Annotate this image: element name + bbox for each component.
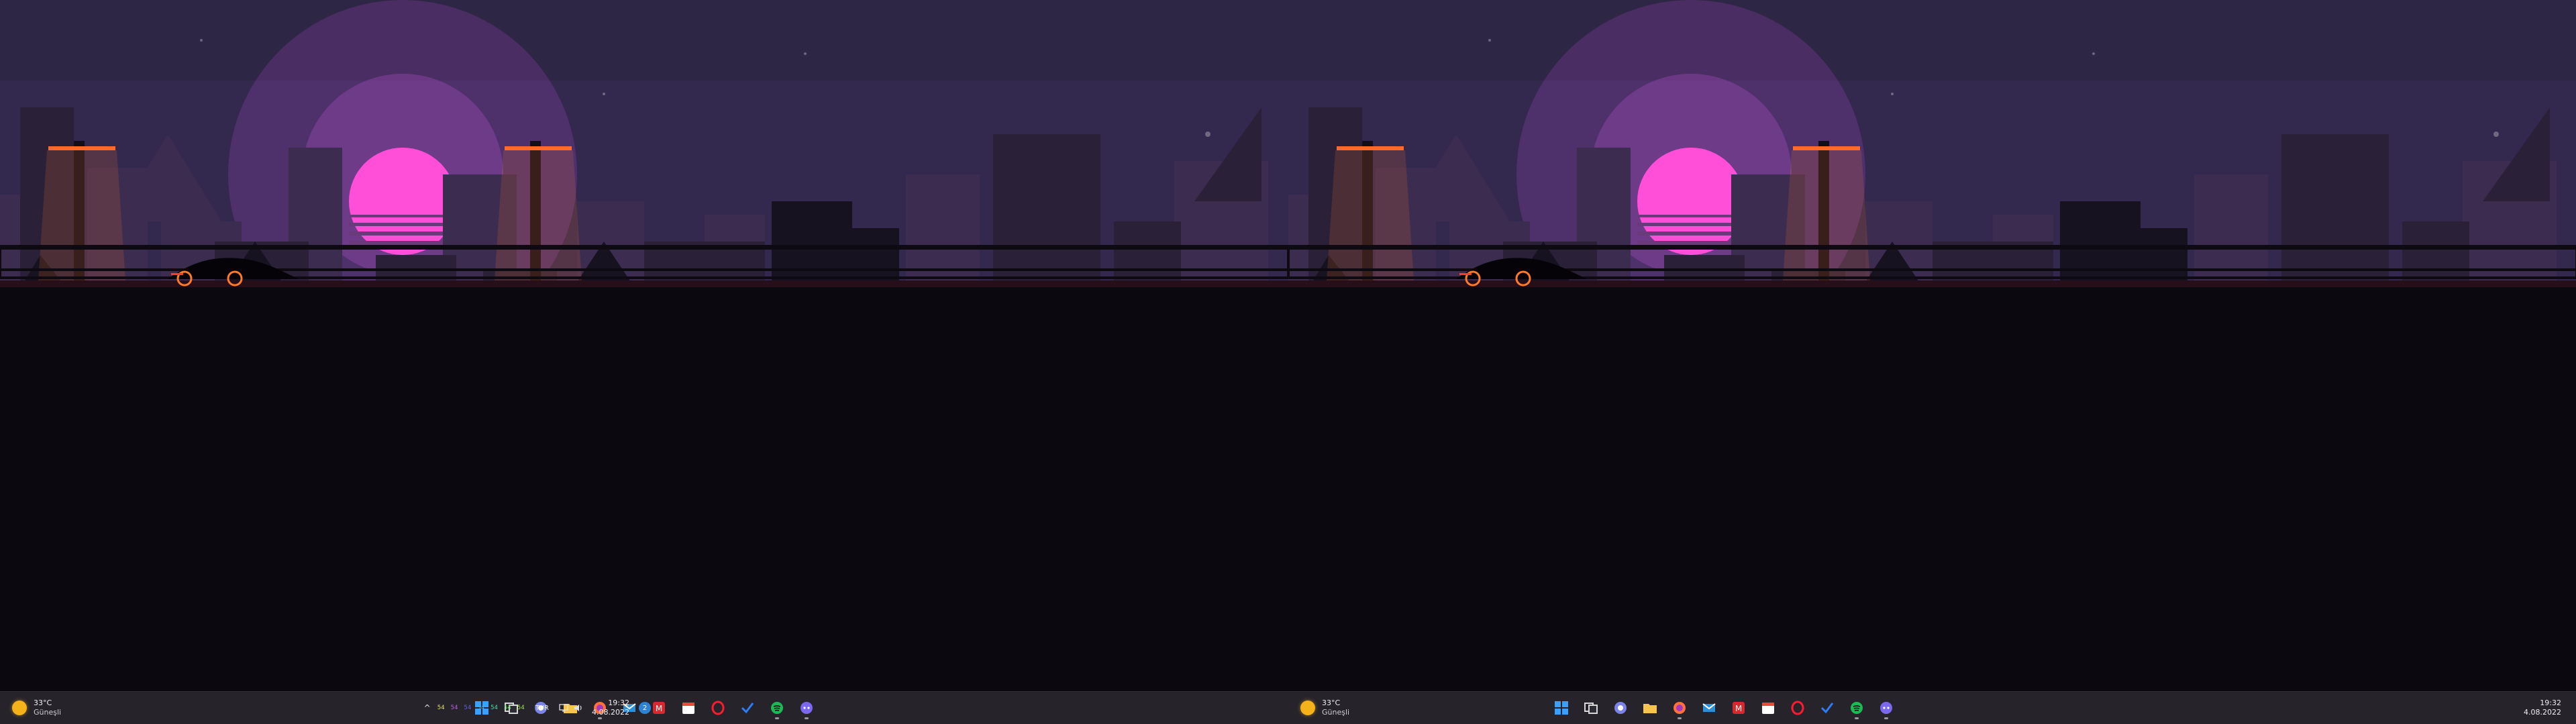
system-tray: ^ 54 54 54 54 54 54 54 TUR 19:32 4.08.20… bbox=[424, 692, 651, 724]
gpu-monitor[interactable]: 54 54 54 54 54 54 54 bbox=[437, 705, 525, 711]
mail-icon bbox=[1701, 700, 1717, 716]
discord-button[interactable] bbox=[794, 696, 819, 720]
running-indicator bbox=[805, 717, 809, 719]
running-indicator bbox=[1678, 717, 1682, 719]
opera-button[interactable] bbox=[1786, 696, 1810, 720]
firefox-button[interactable] bbox=[1667, 696, 1692, 720]
calendar-icon bbox=[1760, 700, 1776, 716]
gpu-readout: 54 bbox=[517, 705, 525, 711]
spotify-icon bbox=[769, 700, 785, 716]
task-view-button[interactable] bbox=[1579, 696, 1603, 720]
display-icon bbox=[558, 703, 569, 713]
quick-settings[interactable] bbox=[558, 703, 584, 713]
clock-date: 4.08.2022 bbox=[2524, 708, 2561, 717]
weather-condition: Güneşli bbox=[1322, 708, 1350, 717]
file-explorer-button[interactable] bbox=[1638, 696, 1662, 720]
gpu-readout: 54 bbox=[464, 705, 472, 711]
opera-icon bbox=[710, 700, 726, 716]
spotify-icon bbox=[1849, 700, 1865, 716]
taskbar-apps bbox=[1549, 696, 1898, 720]
gpu-readout: 54 bbox=[437, 705, 445, 711]
opera-button[interactable] bbox=[706, 696, 730, 720]
calendar-button[interactable] bbox=[676, 696, 701, 720]
gpu-readout: 54 bbox=[503, 705, 511, 711]
discord-icon bbox=[1878, 700, 1894, 716]
weather-widget[interactable]: 33°C Güneşli bbox=[12, 696, 61, 720]
language-indicator[interactable]: TUR bbox=[535, 705, 549, 712]
spotify-button[interactable] bbox=[1845, 696, 1869, 720]
teams-chat-icon bbox=[1612, 700, 1629, 716]
running-indicator bbox=[1884, 717, 1888, 719]
weather-widget[interactable]: 33°C Güneşli bbox=[1300, 696, 1349, 720]
check-icon bbox=[739, 700, 756, 716]
todo-button[interactable] bbox=[735, 696, 760, 720]
mega-button[interactable] bbox=[1727, 696, 1751, 720]
check-icon bbox=[1819, 700, 1835, 716]
calendar-button[interactable] bbox=[1756, 696, 1780, 720]
todo-button[interactable] bbox=[1815, 696, 1839, 720]
firefox-icon bbox=[1671, 700, 1688, 716]
task-view-icon bbox=[1583, 700, 1599, 716]
running-indicator bbox=[775, 717, 779, 719]
taskbar: 33°C Güneşli 19:32 4.08.2022 bbox=[1288, 691, 2576, 724]
volume-icon bbox=[573, 703, 584, 713]
running-indicator bbox=[1855, 717, 1859, 719]
weather-temperature: 33°C bbox=[1322, 699, 1341, 707]
opera-icon bbox=[1790, 700, 1806, 716]
windows-start-icon bbox=[1553, 700, 1569, 716]
mega-icon bbox=[1731, 700, 1747, 716]
taskbar: 33°C Güneşli ^ 54 54 54 54 54 54 54 TUR … bbox=[0, 691, 1288, 724]
discord-icon bbox=[798, 700, 815, 716]
spotify-button[interactable] bbox=[765, 696, 789, 720]
chat-button[interactable] bbox=[1608, 696, 1633, 720]
weather-condition: Güneşli bbox=[34, 708, 62, 717]
sun-icon bbox=[1300, 701, 1315, 715]
gpu-readout: 54 bbox=[450, 705, 458, 711]
mega-icon bbox=[651, 700, 667, 716]
folder-icon bbox=[1642, 700, 1658, 716]
discord-button[interactable] bbox=[1874, 696, 1898, 720]
weather-temperature: 33°C bbox=[34, 699, 52, 707]
tray-overflow-chevron-icon[interactable]: ^ bbox=[424, 703, 431, 713]
desktop-wallpaper bbox=[1288, 0, 2576, 692]
gpu-readout: 54 bbox=[491, 705, 498, 711]
sun-icon bbox=[12, 701, 27, 715]
system-tray: 19:32 4.08.2022 bbox=[2524, 692, 2571, 724]
start-button[interactable] bbox=[1549, 696, 1574, 720]
desktop-wallpaper bbox=[0, 0, 1288, 692]
clock-time: 19:32 bbox=[608, 699, 629, 707]
clock-date: 4.08.2022 bbox=[592, 708, 629, 717]
notification-badge[interactable]: 2 bbox=[639, 702, 651, 714]
clock-time: 19:32 bbox=[2540, 699, 2561, 707]
monitor-left: 33°C Güneşli ^ 54 54 54 54 54 54 54 TUR … bbox=[0, 0, 1288, 724]
gpu-readout: 54 bbox=[477, 705, 485, 711]
monitor-right: 33°C Güneşli 19:32 4.08.2022 bbox=[1288, 0, 2576, 724]
calendar-icon bbox=[680, 700, 697, 716]
clock[interactable]: 19:32 4.08.2022 bbox=[2524, 699, 2561, 717]
mail-button[interactable] bbox=[1697, 696, 1721, 720]
clock[interactable]: 19:32 4.08.2022 bbox=[592, 699, 629, 717]
